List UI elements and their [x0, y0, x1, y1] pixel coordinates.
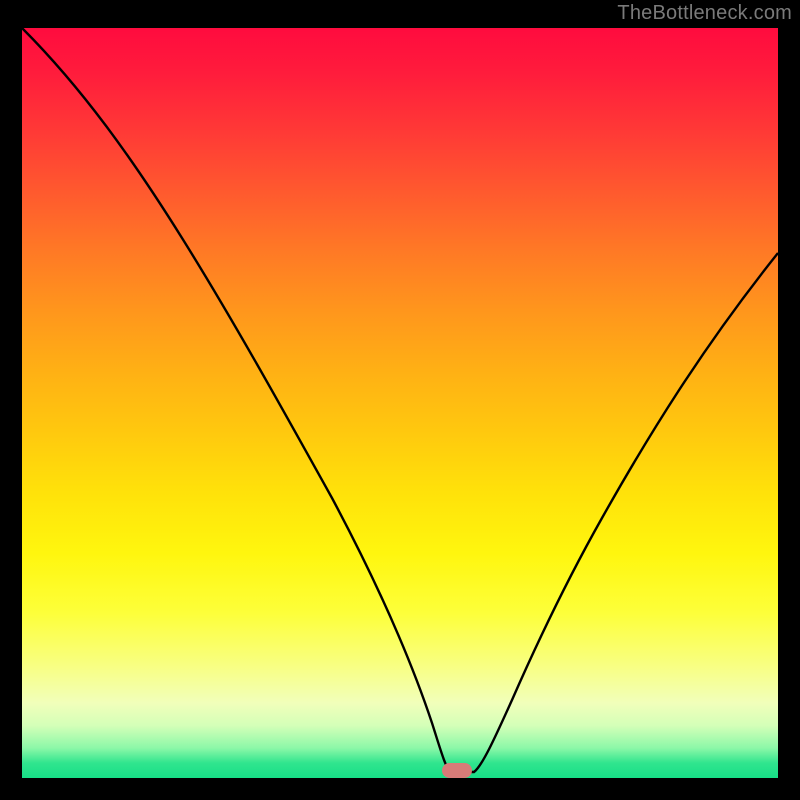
bottleneck-curve [22, 28, 778, 772]
chart-container: TheBottleneck.com [0, 0, 800, 800]
curve-svg [22, 28, 778, 778]
attribution-text: TheBottleneck.com [617, 2, 792, 25]
optimum-marker [442, 763, 472, 778]
